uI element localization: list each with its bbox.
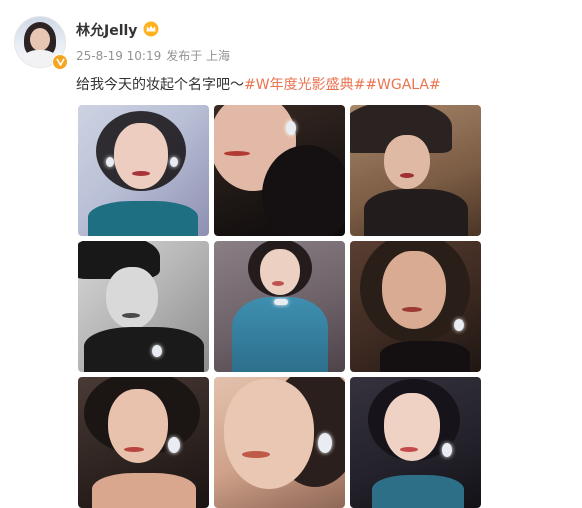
photo-2[interactable] bbox=[214, 105, 345, 236]
photo-9[interactable] bbox=[350, 377, 481, 508]
photo-8[interactable] bbox=[214, 377, 345, 508]
crown-icon bbox=[143, 21, 159, 37]
verified-v-icon bbox=[52, 54, 68, 70]
post-date[interactable]: 25-8-19 10:19 bbox=[76, 49, 161, 63]
photo-grid bbox=[78, 105, 482, 508]
user-avatar[interactable] bbox=[14, 16, 68, 70]
hashtag-link[interactable]: #W年度光影盛典# bbox=[244, 77, 365, 93]
photo-5[interactable] bbox=[214, 241, 345, 372]
post-body: 给我今天的妆起个名字吧～ bbox=[76, 77, 244, 93]
photo-3[interactable] bbox=[350, 105, 481, 236]
photo-1[interactable] bbox=[78, 105, 209, 236]
hashtag-link[interactable]: #WGALA# bbox=[365, 77, 440, 93]
post-text: 给我今天的妆起个名字吧～#W年度光影盛典##WGALA# bbox=[76, 74, 441, 94]
photo-7[interactable] bbox=[78, 377, 209, 508]
photo-4[interactable] bbox=[78, 241, 209, 372]
post-source: 发布于 上海 bbox=[166, 49, 231, 63]
user-name[interactable]: 林允Jelly bbox=[76, 20, 137, 40]
photo-6[interactable] bbox=[350, 241, 481, 372]
post-meta: 25-8-19 10:19 发布于 上海 bbox=[76, 47, 235, 64]
